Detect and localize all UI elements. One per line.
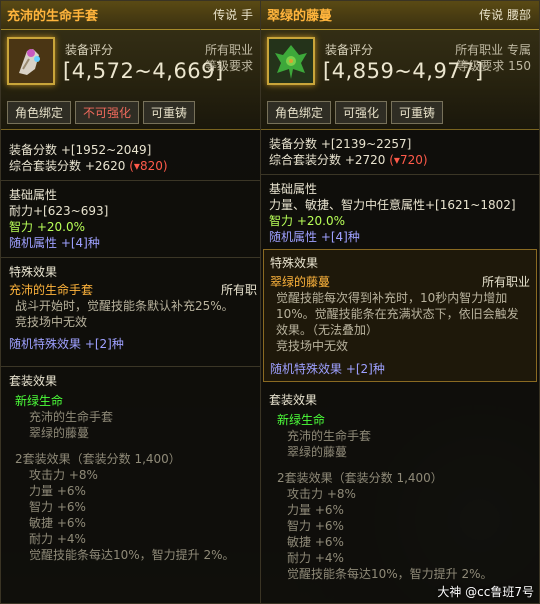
set-item: 翠绿的藤蔓 [287,445,348,459]
set-score-delta: (▾820) [129,159,168,173]
section-title: 特殊效果 [270,256,319,270]
set-score-line: 综合套装分数 +2720 (▾720) [269,153,428,167]
not-enhanceable-button[interactable]: 不可强化 [75,101,140,124]
item-tooltip-right: 翠绿的藤蔓 传说 腰部 装备评分 [4,859~4,977] 所有职业 专属 等… [260,0,540,604]
rarity-slot-tag: 传说 手 [213,8,253,22]
section-title: 套装效果 [9,374,58,388]
basic-line: 耐力+[623~693] [9,204,109,218]
basic-attributes: 基础属性 耐力+[623~693] 智力 +20.0% 随机属性 +[4]种 [1,187,261,251]
set-score-delta: (▾720) [389,153,428,167]
basic-green-line: 智力 +20.0% [269,214,345,228]
basic-attributes: 基础属性 力量、敏捷、智力中任意属性+[1621~1802] 智力 +20.0%… [261,181,539,245]
set-effects: 套装效果 新绿生命 充沛的生命手套 翠绿的藤蔓 2套装效果（套装分数 1,400… [261,392,539,582]
set2-title: 2套装效果（套装分数 1,400） [277,471,443,485]
random-special-line: 随机特殊效果 +[2]种 [270,362,385,376]
set-name: 新绿生命 [15,394,64,408]
character-bind-button[interactable]: 角色绑定 [7,101,72,124]
character-bind-button[interactable]: 角色绑定 [267,101,332,124]
level-requirement: 等级要求 150 [456,59,531,73]
reforge-button[interactable]: 可重铸 [391,101,444,124]
basic-line: 力量、敏捷、智力中任意属性+[1621~1802] [269,198,516,212]
special-job: 所有职 [220,283,257,297]
set-name: 新绿生命 [277,413,326,427]
score-section: 装备分数 +[1952~2049] 综合套装分数 +2620 (▾820) [1,142,261,174]
equip-score-line: 装备分数 +[1952~2049] [9,143,152,157]
set2-line: 敏捷 +6% [287,535,344,549]
special-name: 翠绿的藤蔓 [270,275,331,289]
set-effects: 套装效果 新绿生命 充沛的生命手套 翠绿的藤蔓 2套装效果（套装分数 1,400… [1,373,261,563]
equip-score-line: 装备分数 +[2139~2257] [269,137,412,151]
basic-green-line: 智力 +20.0% [9,220,85,234]
special-job: 所有职业 [481,275,530,289]
special-effects: 特殊效果 充沛的生命手套 所有职 战斗开始时，觉醒技能条默认补充25%。 竞技场… [1,264,261,352]
set2-line: 敏捷 +6% [29,516,86,530]
level-requirement: 等级要求 [204,59,253,73]
tooltip-header: 翠绿的藤蔓 传说 腰部 装备评分 [4,859~4,977] 所有职业 专属 等… [261,1,539,130]
set2-title: 2套装效果（套装分数 1,400） [15,452,181,466]
score-label: 装备评分 [325,43,374,57]
rarity-slot-tag: 传说 腰部 [479,8,531,22]
random-attr-line: 随机属性 +[4]种 [269,230,360,244]
set2-line: 力量 +6% [29,484,86,498]
section-title: 套装效果 [269,393,318,407]
special-effects: 特殊效果 翠绿的藤蔓 所有职业 觉醒技能每次得到补充时，10秒内智力增加 10%… [263,249,537,382]
random-attr-line: 随机属性 +[4]种 [9,236,100,250]
item-title: 充沛的生命手套 [7,9,99,24]
set2-line: 攻击力 +8% [287,487,356,501]
tooltip-header: 充沛的生命手套 传说 手 装备评分 [4,572~4,669] 所有职业 等级要… [1,1,261,130]
set2-line: 智力 +6% [29,500,86,514]
special-line: 效果。（无法叠加） [276,323,379,337]
set2-line: 攻击力 +8% [29,468,98,482]
action-buttons: 角色绑定 可强化 可重铸 [267,101,444,124]
vine-icon[interactable] [267,37,315,85]
special-line: 战斗开始时，觉醒技能条默认补充25%。 [15,299,234,313]
item-tooltip-left: 充沛的生命手套 传说 手 装备评分 [4,572~4,669] 所有职业 等级要… [0,0,262,604]
special-name: 充沛的生命手套 [9,283,94,297]
set2-line: 耐力 +4% [287,551,344,565]
title-bar: 充沛的生命手套 传说 手 [1,1,261,30]
equipment-score: [4,572~4,669] [63,59,224,83]
set-item: 充沛的生命手套 [287,429,372,443]
set2-line: 智力 +6% [287,519,344,533]
set-item: 充沛的生命手套 [29,410,114,424]
set2-line: 觉醒技能条每达10%，智力提升 2%。 [29,548,235,562]
section-title: 基础属性 [9,188,58,202]
section-title: 基础属性 [269,182,318,196]
set2-line: 耐力 +4% [29,532,86,546]
set-item: 翠绿的藤蔓 [29,426,90,440]
enhanceable-button[interactable]: 可强化 [335,101,388,124]
watermark: 大神 @cc鲁班7号 [437,585,534,599]
title-bar: 翠绿的藤蔓 传说 腰部 [261,1,539,30]
special-line: 觉醒技能每次得到补充时，10秒内智力增加 [276,291,508,305]
item-title: 翠绿的藤蔓 [267,9,333,24]
special-line: 10%。觉醒技能条在充满状态下，依旧会触发 [276,307,519,321]
glove-icon[interactable] [7,37,55,85]
action-buttons: 角色绑定 不可强化 可重铸 [7,101,196,124]
score-label: 装备评分 [65,43,114,57]
set2-line: 力量 +6% [287,503,344,517]
random-special-line: 随机特殊效果 +[2]种 [9,337,124,351]
section-title: 特殊效果 [9,265,58,279]
special-line: 竞技场中无效 [276,339,349,353]
reforge-button[interactable]: 可重铸 [143,101,196,124]
job-requirement: 所有职业 [204,43,253,57]
special-line: 竞技场中无效 [15,315,88,329]
job-requirement: 所有职业 专属 [455,43,531,57]
set2-line: 觉醒技能条每达10%，智力提升 2%。 [287,567,493,581]
set-score-line: 综合套装分数 +2620 (▾820) [9,159,168,173]
score-section: 装备分数 +[2139~2257] 综合套装分数 +2720 (▾720) [261,136,539,168]
